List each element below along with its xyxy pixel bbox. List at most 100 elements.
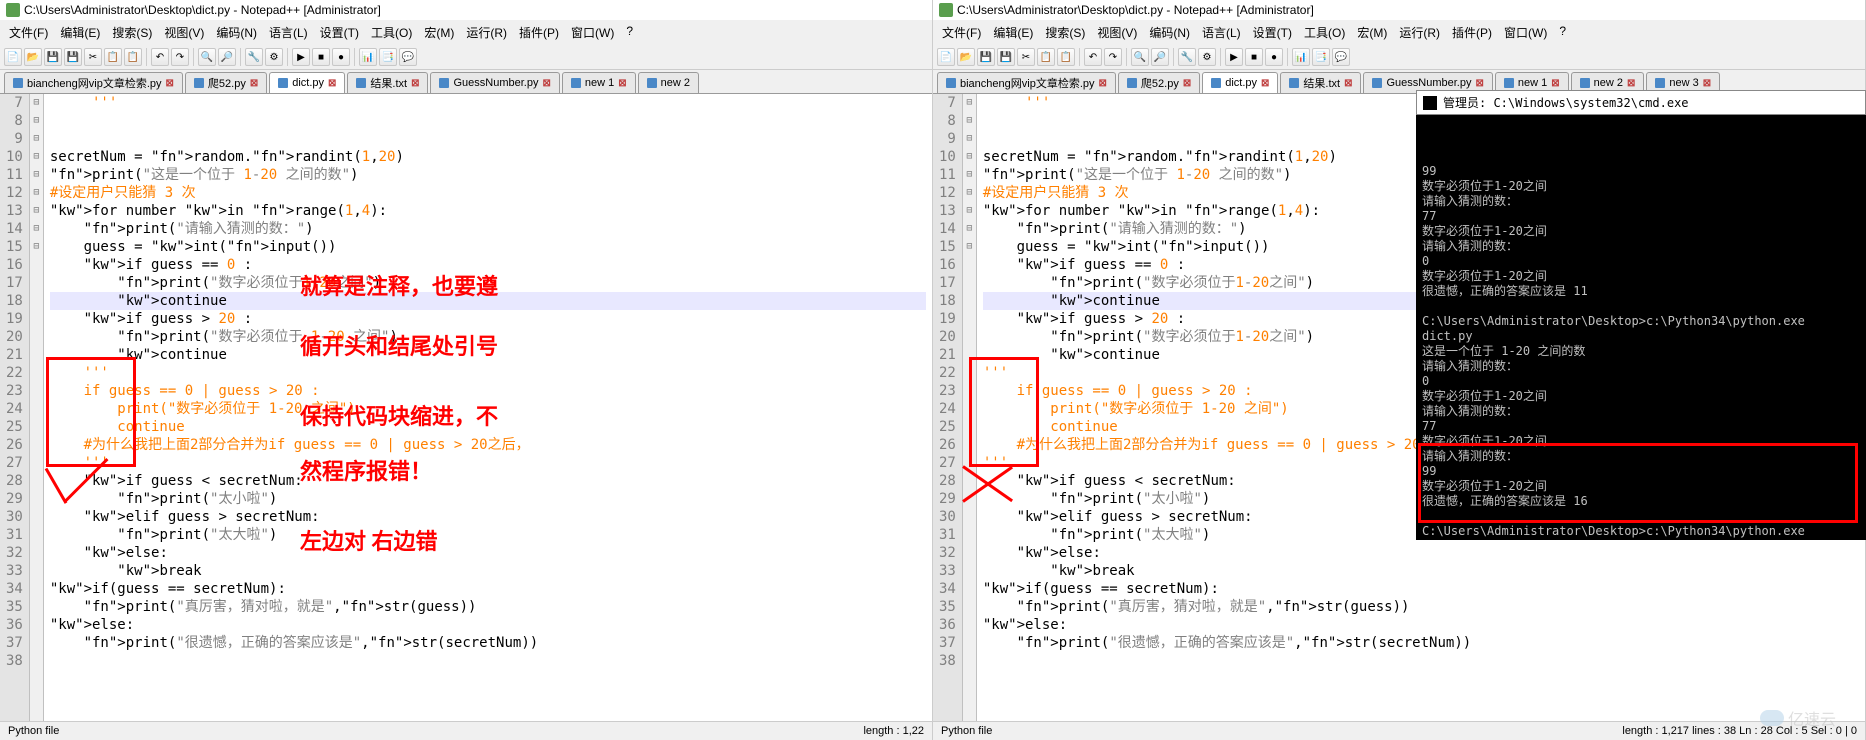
toolbar-button[interactable]: 📋 bbox=[124, 48, 142, 66]
close-icon[interactable]: ⊠ bbox=[166, 78, 174, 89]
toolbar-button[interactable]: 📂 bbox=[24, 48, 42, 66]
close-icon[interactable]: ⊠ bbox=[1099, 78, 1107, 89]
toolbar-button[interactable]: 💬 bbox=[1332, 48, 1350, 66]
toolbar-button[interactable]: 💾 bbox=[64, 48, 82, 66]
toolbar-button[interactable]: 📂 bbox=[957, 48, 975, 66]
cmd-title-text: 管理员: C:\Windows\system32\cmd.exe bbox=[1443, 94, 1689, 111]
menu-item[interactable]: 视图(V) bbox=[1092, 22, 1142, 43]
menu-item[interactable]: ? bbox=[1554, 22, 1571, 43]
toolbar-button[interactable]: 📋 bbox=[1057, 48, 1075, 66]
menu-item[interactable]: 运行(R) bbox=[1394, 22, 1445, 43]
close-icon[interactable]: ⊠ bbox=[411, 78, 419, 89]
menu-item[interactable]: 语言(L) bbox=[1197, 22, 1246, 43]
fold-column[interactable]: ⊟⊟⊟⊟⊟⊟⊟⊟⊟ bbox=[30, 94, 44, 721]
menu-item[interactable]: 窗口(W) bbox=[1499, 22, 1552, 43]
toolbar-button[interactable]: 🔍 bbox=[1131, 48, 1149, 66]
toolbar-button[interactable]: 📊 bbox=[1292, 48, 1310, 66]
menu-item[interactable]: 编码(N) bbox=[1144, 22, 1195, 43]
menu-item[interactable]: 设置(T) bbox=[315, 22, 364, 43]
menu-item[interactable]: 文件(F) bbox=[937, 22, 986, 43]
toolbar-button[interactable]: ↶ bbox=[1084, 48, 1102, 66]
close-icon[interactable]: ⊠ bbox=[1183, 78, 1191, 89]
file-tab[interactable]: 爬52.py⊠ bbox=[185, 72, 267, 93]
file-tab[interactable]: 结果.txt⊠ bbox=[347, 72, 428, 93]
menu-item[interactable]: 编辑(E) bbox=[988, 22, 1038, 43]
cmd-output[interactable]: 99数字必须位于1-20之间请输入猜测的数：77数字必须位于1-20之间请输入猜… bbox=[1416, 115, 1866, 540]
code-area[interactable]: ''' secretNum = "fn">random."fn">randint… bbox=[44, 94, 932, 721]
menu-item[interactable]: 语言(L) bbox=[264, 22, 313, 43]
file-tab[interactable]: dict.py⊠ bbox=[1202, 72, 1278, 93]
toolbar-button[interactable]: ↶ bbox=[151, 48, 169, 66]
toolbar-button[interactable]: 💾 bbox=[44, 48, 62, 66]
cmd-window[interactable]: 管理员: C:\Windows\system32\cmd.exe 99数字必须位… bbox=[1416, 90, 1866, 540]
menu-item[interactable]: 设置(T) bbox=[1248, 22, 1297, 43]
menu-item[interactable]: 宏(M) bbox=[419, 22, 459, 43]
close-icon[interactable]: ⊠ bbox=[1703, 78, 1711, 89]
toolbar-button[interactable]: 📑 bbox=[1312, 48, 1330, 66]
menu-item[interactable]: 宏(M) bbox=[1352, 22, 1392, 43]
toolbar-button[interactable]: ↷ bbox=[1104, 48, 1122, 66]
toolbar-button[interactable]: ⚙ bbox=[265, 48, 283, 66]
toolbar-button[interactable]: ▶ bbox=[1225, 48, 1243, 66]
close-icon[interactable]: ⊠ bbox=[328, 78, 336, 89]
close-icon[interactable]: ⊠ bbox=[250, 78, 258, 89]
tab-label: new 1 bbox=[1518, 77, 1547, 89]
close-icon[interactable]: ⊠ bbox=[618, 78, 626, 89]
toolbar-button[interactable]: 💾 bbox=[977, 48, 995, 66]
toolbar-button[interactable]: 📄 bbox=[937, 48, 955, 66]
close-icon[interactable]: ⊠ bbox=[1475, 78, 1483, 89]
toolbar-button[interactable]: ■ bbox=[312, 48, 330, 66]
toolbar-button[interactable]: 📋 bbox=[1037, 48, 1055, 66]
menu-item[interactable]: 搜索(S) bbox=[107, 22, 157, 43]
close-icon[interactable]: ⊠ bbox=[1627, 78, 1635, 89]
toolbar-button[interactable]: ✂ bbox=[84, 48, 102, 66]
file-tab[interactable]: dict.py⊠ bbox=[269, 72, 345, 93]
toolbar-button[interactable]: 🔎 bbox=[1151, 48, 1169, 66]
fold-column[interactable]: ⊟⊟⊟⊟⊟⊟⊟⊟⊟ bbox=[963, 94, 977, 721]
file-tab[interactable]: new 2 bbox=[638, 72, 699, 93]
menu-item[interactable]: 插件(P) bbox=[514, 22, 564, 43]
toolbar-button[interactable]: 📊 bbox=[359, 48, 377, 66]
file-tab[interactable]: 结果.txt⊠ bbox=[1280, 72, 1361, 93]
toolbar-button[interactable]: ● bbox=[332, 48, 350, 66]
menu-item[interactable]: 窗口(W) bbox=[566, 22, 619, 43]
menu-item[interactable]: 工具(O) bbox=[1299, 22, 1350, 43]
menu-item[interactable]: 工具(O) bbox=[366, 22, 417, 43]
toolbar-button[interactable]: 📄 bbox=[4, 48, 22, 66]
file-tab[interactable]: 爬52.py⊠ bbox=[1118, 72, 1200, 93]
toolbar-button[interactable]: 🔍 bbox=[198, 48, 216, 66]
file-tab[interactable]: biancheng网vip文章检索.py⊠ bbox=[4, 72, 183, 93]
toolbar-button[interactable]: 📋 bbox=[104, 48, 122, 66]
close-icon[interactable]: ⊠ bbox=[542, 78, 550, 89]
code-editor[interactable]: 7891011121314151617181920212223242526272… bbox=[0, 94, 932, 721]
toolbar-button[interactable]: 🔎 bbox=[218, 48, 236, 66]
toolbar-button[interactable]: ↷ bbox=[171, 48, 189, 66]
toolbar-button[interactable]: 💾 bbox=[997, 48, 1015, 66]
toolbar-button[interactable]: ⚙ bbox=[1198, 48, 1216, 66]
toolbar-button[interactable]: 📑 bbox=[379, 48, 397, 66]
toolbar-button[interactable]: 🔧 bbox=[1178, 48, 1196, 66]
menu-item[interactable]: 编码(N) bbox=[211, 22, 262, 43]
menu-item[interactable]: 文件(F) bbox=[4, 22, 53, 43]
toolbar-button[interactable]: ● bbox=[1265, 48, 1283, 66]
toolbar-button[interactable]: ▶ bbox=[292, 48, 310, 66]
cmd-titlebar[interactable]: 管理员: C:\Windows\system32\cmd.exe bbox=[1416, 90, 1866, 115]
menu-item[interactable]: ? bbox=[621, 22, 638, 43]
menu-item[interactable]: 搜索(S) bbox=[1040, 22, 1090, 43]
toolbar-button[interactable]: 🔧 bbox=[245, 48, 263, 66]
menu-item[interactable]: 视图(V) bbox=[159, 22, 209, 43]
toolbar-button[interactable]: ✂ bbox=[1017, 48, 1035, 66]
close-icon[interactable]: ⊠ bbox=[1551, 78, 1559, 89]
toolbar-button[interactable]: 💬 bbox=[399, 48, 417, 66]
close-icon[interactable]: ⊠ bbox=[1344, 78, 1352, 89]
file-tab[interactable]: new 1⊠ bbox=[562, 72, 636, 93]
file-tab[interactable]: biancheng网vip文章检索.py⊠ bbox=[937, 72, 1116, 93]
toolbar-button[interactable]: ■ bbox=[1245, 48, 1263, 66]
tab-label: new 3 bbox=[1669, 77, 1698, 89]
menu-item[interactable]: 编辑(E) bbox=[55, 22, 105, 43]
menu-item[interactable]: 插件(P) bbox=[1447, 22, 1497, 43]
menu-item[interactable]: 运行(R) bbox=[461, 22, 512, 43]
tab-label: GuessNumber.py bbox=[1386, 77, 1471, 89]
file-tab[interactable]: GuessNumber.py⊠ bbox=[430, 72, 559, 93]
close-icon[interactable]: ⊠ bbox=[1261, 78, 1269, 89]
